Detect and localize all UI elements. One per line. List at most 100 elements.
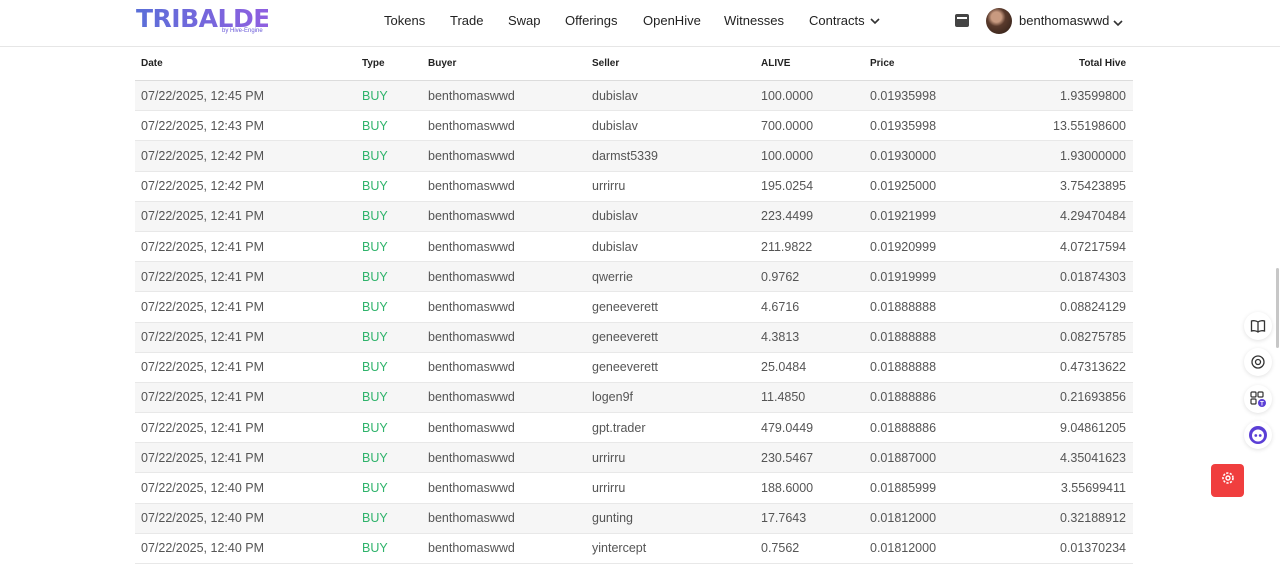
cell-seller[interactable]: urrirru [586,171,755,202]
cell-buyer[interactable]: benthomaswwd [422,322,586,353]
cell-type: BUY [356,231,422,263]
nav-openhive[interactable]: OpenHive [643,13,701,28]
gear-icon [1220,470,1236,491]
table-row[interactable]: 07/22/2025, 12:41 PM BUY benthomaswwd genee… [135,291,1133,323]
cell-alive: 188.6000 [755,472,864,504]
cell-buyer[interactable]: benthomaswwd [422,261,586,293]
table-row[interactable]: 07/22/2025, 12:41 PM BUY benthomaswwd logen… [135,382,1133,414]
cell-alive: 17.7643 [755,503,864,534]
avatar[interactable] [986,8,1012,34]
cell-total-hive: 0.21693856 [1004,382,1133,414]
nav-witnesses[interactable]: Witnesses [724,13,784,28]
cell-date: 07/22/2025, 12:41 PM [135,261,356,293]
cell-buyer[interactable]: benthomaswwd [422,171,586,202]
cell-buyer[interactable]: benthomaswwd [422,533,586,564]
page-scrollbar[interactable] [1276,268,1279,348]
nav-offerings[interactable]: Offerings [565,13,618,28]
cell-seller[interactable]: gunting [586,503,755,534]
tribaldex-logo[interactable]: TRIBALDEX by Hive-Engine [136,6,289,36]
cell-seller[interactable]: gpt.trader [586,412,755,444]
cell-price: 0.01812000 [864,503,1004,534]
col-price[interactable]: Price [864,46,1004,81]
cell-type: BUY [356,322,422,353]
cell-seller[interactable]: dubislav [586,201,755,232]
cell-seller[interactable]: qwerrie [586,261,755,293]
nav-tokens[interactable]: Tokens [384,13,425,28]
cell-buyer[interactable]: benthomaswwd [422,382,586,414]
cell-total-hive: 9.04861205 [1004,412,1133,444]
settings-button[interactable] [1211,464,1244,497]
cell-price: 0.01812000 [864,533,1004,564]
cell-buyer[interactable]: benthomaswwd [422,140,586,172]
cell-total-hive: 0.32188912 [1004,503,1133,534]
cell-date: 07/22/2025, 12:40 PM [135,503,356,534]
cell-buyer[interactable]: benthomaswwd [422,80,586,112]
col-buyer[interactable]: Buyer [422,46,586,81]
cell-seller[interactable]: dubislav [586,80,755,112]
col-seller[interactable]: Seller [586,46,755,81]
cell-alive: 100.0000 [755,140,864,172]
cell-seller[interactable]: urrirru [586,472,755,504]
cell-buyer[interactable]: benthomaswwd [422,352,586,383]
help-icon[interactable] [1244,348,1272,376]
table-row[interactable]: 07/22/2025, 12:42 PM BUY benthomaswwd urrir… [135,171,1133,202]
chat-bot-icon[interactable] [1244,421,1272,449]
user-menu-chevron-icon[interactable] [1113,14,1123,32]
cell-seller[interactable]: darmst5339 [586,140,755,172]
table-row[interactable]: 07/22/2025, 12:41 PM BUY benthomaswwd qwerr… [135,261,1133,293]
col-date[interactable]: Date [135,46,356,81]
wallet-icon[interactable] [955,14,969,27]
cell-date: 07/22/2025, 12:42 PM [135,171,356,202]
cell-seller[interactable]: logen9f [586,382,755,414]
cell-date: 07/22/2025, 12:41 PM [135,412,356,444]
col-total-hive[interactable]: Total Hive [1004,46,1133,81]
table-row[interactable]: 07/22/2025, 12:40 PM BUY benthomaswwd urrir… [135,472,1133,504]
nav-trade[interactable]: Trade [450,13,483,28]
col-type[interactable]: Type [356,46,422,81]
username[interactable]: benthomaswwd [1019,13,1109,28]
cell-seller[interactable]: geneeverett [586,352,755,383]
book-icon[interactable] [1244,312,1272,340]
table-row[interactable]: 07/22/2025, 12:42 PM BUY benthomaswwd darms… [135,140,1133,172]
cell-date: 07/22/2025, 12:43 PM [135,110,356,142]
cell-price: 0.01935998 [864,80,1004,112]
cell-seller[interactable]: dubislav [586,231,755,263]
cell-type: BUY [356,382,422,414]
table-row[interactable]: 07/22/2025, 12:41 PM BUY benthomaswwd dubis… [135,231,1133,263]
cell-buyer[interactable]: benthomaswwd [422,412,586,444]
cell-seller[interactable]: yintercept [586,533,755,564]
cell-seller[interactable]: dubislav [586,110,755,142]
cell-seller[interactable]: urrirru [586,442,755,474]
cell-total-hive: 4.07217594 [1004,231,1133,263]
cell-type: BUY [356,472,422,504]
table-row[interactable]: 07/22/2025, 12:41 PM BUY benthomaswwd genee… [135,352,1133,383]
nav-contracts[interactable]: Contracts [809,13,880,28]
table-row[interactable]: 07/22/2025, 12:41 PM BUY benthomaswwd dubis… [135,201,1133,232]
col-alive[interactable]: ALIVE [755,46,864,81]
cell-buyer[interactable]: benthomaswwd [422,442,586,474]
cell-seller[interactable]: geneeverett [586,291,755,323]
table-row[interactable]: 07/22/2025, 12:41 PM BUY benthomaswwd genee… [135,322,1133,353]
table-row[interactable]: 07/22/2025, 12:41 PM BUY benthomaswwd gpt.t… [135,412,1133,444]
cell-date: 07/22/2025, 12:41 PM [135,322,356,353]
chevron-down-icon [870,13,880,28]
cell-alive: 4.6716 [755,291,864,323]
cell-alive: 0.7562 [755,533,864,564]
table-row[interactable]: 07/22/2025, 12:40 PM BUY benthomaswwd gunti… [135,503,1133,534]
cell-total-hive: 1.93000000 [1004,140,1133,172]
nav-swap[interactable]: Swap [508,13,541,28]
cell-buyer[interactable]: benthomaswwd [422,291,586,323]
table-row[interactable]: 07/22/2025, 12:41 PM BUY benthomaswwd urrir… [135,442,1133,474]
cell-alive: 11.4850 [755,382,864,414]
table-row[interactable]: 07/22/2025, 12:40 PM BUY benthomaswwd yinte… [135,533,1133,564]
cell-buyer[interactable]: benthomaswwd [422,503,586,534]
cell-seller[interactable]: geneeverett [586,322,755,353]
cell-buyer[interactable]: benthomaswwd [422,201,586,232]
cell-buyer[interactable]: benthomaswwd [422,472,586,504]
cell-buyer[interactable]: benthomaswwd [422,110,586,142]
apps-icon[interactable]: T [1244,385,1272,413]
table-row[interactable]: 07/22/2025, 12:45 PM BUY benthomaswwd dubis… [135,80,1133,112]
cell-price: 0.01888888 [864,352,1004,383]
cell-buyer[interactable]: benthomaswwd [422,231,586,263]
table-row[interactable]: 07/22/2025, 12:43 PM BUY benthomaswwd dubis… [135,110,1133,142]
